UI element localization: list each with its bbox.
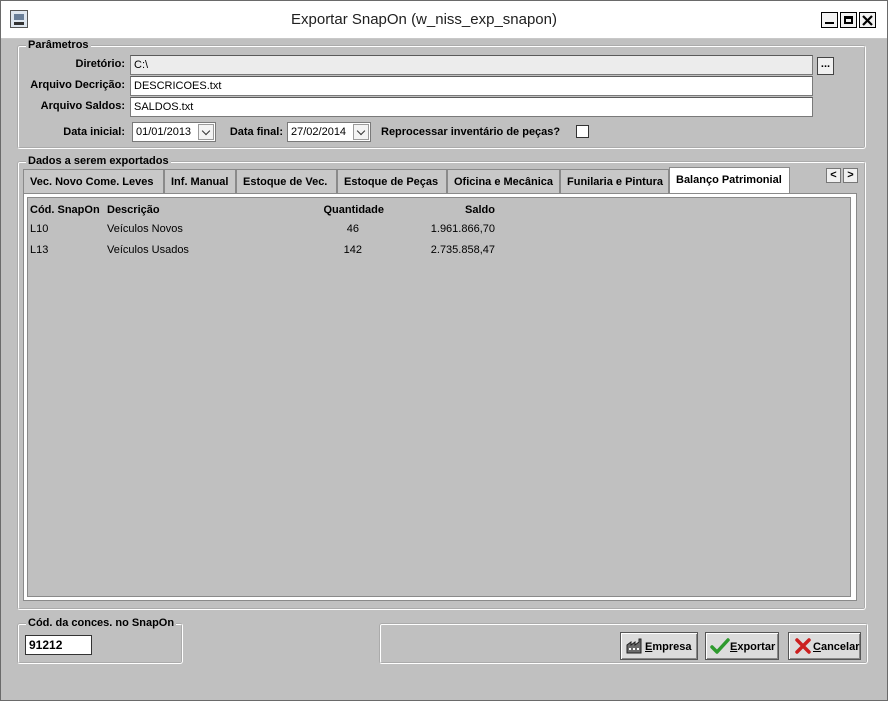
tab-scroll-right-button[interactable]: > bbox=[843, 168, 858, 183]
minimize-icon bbox=[825, 22, 834, 24]
row-saldo: 1.961.866,70 bbox=[430, 223, 495, 235]
column-header-saldo[interactable]: Saldo bbox=[394, 204, 495, 216]
tab-estoque-de-vec[interactable]: Estoque de Vec. bbox=[236, 169, 337, 193]
factory-icon bbox=[626, 638, 642, 654]
tab-balanco-patrimonial[interactable]: Balanço Patrimonial bbox=[669, 167, 790, 194]
close-icon bbox=[862, 15, 873, 26]
tab-scroll-left-button[interactable]: < bbox=[826, 168, 841, 183]
maximize-icon bbox=[844, 16, 853, 24]
minimize-button[interactable] bbox=[821, 12, 838, 28]
titlebar: Exportar SnapOn (w_niss_exp_snapon) bbox=[1, 1, 887, 39]
data-final-label: Data final: bbox=[229, 126, 283, 138]
column-header-quantidade[interactable]: Quantidade bbox=[306, 204, 384, 216]
arquivo-decricao-field[interactable]: DESCRICOES.txt bbox=[130, 76, 813, 96]
diretorio-field[interactable]: C:\ bbox=[130, 55, 813, 75]
arquivo-decricao-label: Arquivo Decrição: bbox=[30, 79, 125, 91]
row-cod: L13 bbox=[30, 244, 49, 256]
exportar-button[interactable]: Exportar bbox=[705, 632, 779, 660]
column-header-descricao[interactable]: Descrição bbox=[107, 204, 160, 216]
row-descricao: Veículos Novos bbox=[107, 223, 183, 235]
window-title: Exportar SnapOn (w_niss_exp_snapon) bbox=[291, 11, 557, 28]
data-final-value: 27/02/2014 bbox=[291, 126, 347, 138]
maximize-button[interactable] bbox=[840, 12, 857, 28]
parametros-group-label: Parâmetros bbox=[26, 39, 91, 51]
cancelar-button[interactable]: Cancelar bbox=[788, 632, 861, 660]
close-button[interactable] bbox=[859, 12, 876, 28]
cod-conces-field[interactable]: 91212 bbox=[25, 635, 92, 655]
cod-conces-group-label: Cód. da conces. no SnapOn bbox=[26, 617, 177, 629]
tab-panel: Cód. SnapOn Descrição Quantidade Saldo L… bbox=[23, 193, 857, 601]
row-saldo: 2.735.858,47 bbox=[430, 244, 495, 256]
checkmark-icon bbox=[710, 638, 730, 654]
tab-estoque-de-pecas[interactable]: Estoque de Peças bbox=[337, 169, 447, 193]
arquivo-saldos-label: Arquivo Saldos: bbox=[40, 100, 125, 112]
reprocessar-checkbox[interactable] bbox=[576, 125, 589, 138]
dados-group-label: Dados a serem exportados bbox=[26, 155, 171, 167]
chevron-down-icon[interactable] bbox=[353, 124, 369, 140]
tab-vec-novo-come-leves[interactable]: Vec. Novo Come. Leves bbox=[23, 169, 164, 193]
data-grid[interactable]: Cód. SnapOn Descrição Quantidade Saldo L… bbox=[27, 197, 851, 597]
data-inicial-label: Data inicial: bbox=[63, 126, 125, 138]
tab-oficina-e-mecanica[interactable]: Oficina e Mecânica bbox=[447, 169, 560, 193]
browse-button[interactable]: ... bbox=[817, 57, 834, 75]
chevron-down-icon[interactable] bbox=[198, 124, 214, 140]
row-descricao: Veículos Usados bbox=[107, 244, 189, 256]
data-inicial-field[interactable]: 01/01/2013 bbox=[132, 122, 216, 142]
row-cod: L10 bbox=[30, 223, 49, 235]
data-inicial-value: 01/01/2013 bbox=[136, 126, 192, 138]
column-header-cod-snapon[interactable]: Cód. SnapOn bbox=[30, 204, 100, 216]
tab-funilaria-e-pintura[interactable]: Funilaria e Pintura bbox=[560, 169, 669, 193]
window: Exportar SnapOn (w_niss_exp_snapon) Parâ… bbox=[0, 0, 888, 701]
cancelar-button-label: Cancelar bbox=[813, 641, 860, 653]
diretorio-label: Diretório: bbox=[75, 58, 126, 70]
empresa-button-label: Empresa bbox=[645, 641, 692, 653]
row-quantidade: 46 bbox=[346, 223, 359, 235]
arquivo-saldos-field[interactable]: SALDOS.txt bbox=[130, 97, 813, 117]
x-icon bbox=[795, 638, 811, 654]
reprocessar-label: Reprocessar inventário de peças? bbox=[381, 126, 561, 138]
data-final-field[interactable]: 27/02/2014 bbox=[287, 122, 371, 142]
tab-inf-manual[interactable]: Inf. Manual bbox=[164, 169, 236, 193]
exportar-button-label: Exportar bbox=[730, 641, 776, 653]
empresa-button[interactable]: Empresa bbox=[620, 632, 698, 660]
row-quantidade: 142 bbox=[343, 244, 362, 256]
